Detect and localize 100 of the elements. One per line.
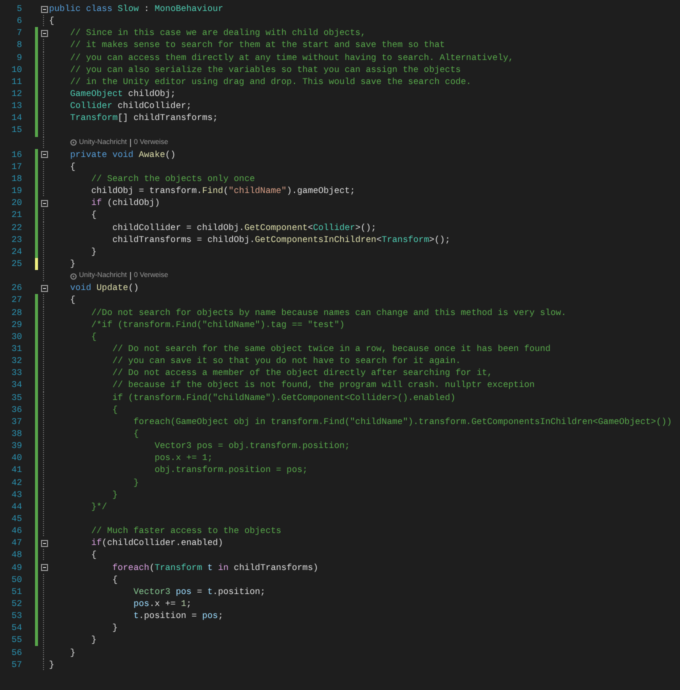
code-line: t.position = pos; — [132, 610, 224, 622]
line-number: 43 — [10, 488, 22, 501]
code-line: // Much faster access to the objects — [90, 525, 282, 538]
code-line: foreach(Transform t in childTransforms) — [111, 562, 318, 574]
line-number: 48 — [10, 549, 22, 562]
line-number: 9 — [16, 52, 22, 64]
line-number: 41 — [10, 464, 22, 476]
code-line: pos.x += 1; — [154, 452, 213, 464]
code-line: Transform[] childTransforms; — [69, 112, 218, 124]
code-line: { — [49, 15, 54, 28]
code-line: //Do not search for objects by name because names can change and this method is very slow. — [90, 306, 566, 319]
line-number: 23 — [10, 234, 22, 246]
line-number: 19 — [10, 185, 22, 198]
line-number: 47 — [10, 537, 22, 550]
line-number: 27 — [10, 294, 22, 306]
code-line: childTransforms = childObj.GetComponentsInChildren<Transform>(); — [111, 234, 450, 246]
code-line: { — [69, 294, 76, 306]
code-line: } — [69, 646, 76, 659]
code-line: { — [90, 330, 97, 343]
code-line: }*/ — [90, 500, 108, 513]
gear-icon — [70, 272, 77, 280]
collapse-icon[interactable] — [40, 151, 48, 158]
line-number: 24 — [10, 246, 22, 258]
line-number: 8 — [16, 39, 22, 52]
code-line: private void Awake() — [69, 148, 176, 161]
code-line: if (childObj) — [90, 197, 160, 210]
line-number: 31 — [10, 343, 22, 355]
code-line: void Update() — [69, 282, 139, 294]
line-number: 13 — [10, 100, 22, 112]
line-number: 15 — [10, 124, 22, 136]
line-number: 20 — [10, 197, 22, 210]
code-line: { — [132, 428, 139, 440]
line-number: 38 — [10, 428, 22, 440]
code-line: // because if the object is not found, the program will crash. nullptr exception — [111, 379, 535, 392]
line-number: 5 — [16, 3, 22, 16]
code-line: Vector3 pos = obj.transform.position; — [154, 440, 350, 452]
line-number: 55 — [10, 634, 22, 646]
code-line: // you can also serialize the variables so that you can assign the objects — [69, 64, 461, 76]
code-line: // you can save it so that you do not have to search for it again. — [111, 355, 461, 368]
collapse-icon[interactable] — [40, 284, 48, 292]
code-line: childObj = transform.Find("childName").gameObject; — [90, 185, 356, 198]
code-line: } — [90, 246, 97, 258]
code-line: { — [90, 549, 97, 562]
line-number: 57 — [10, 658, 22, 671]
line-number: 39 — [10, 440, 22, 452]
code-line: // Since in this case we are dealing with child objects, — [69, 27, 366, 40]
collapse-icon[interactable] — [40, 540, 48, 547]
code-line: // Do not access a member of the object directly after searching for it, — [111, 367, 492, 380]
code-line: } — [111, 488, 118, 501]
collapse-icon[interactable] — [40, 30, 48, 37]
code-line: // in the Unity editor using drag and drop. This would save the search code. — [69, 76, 472, 88]
collapse-icon[interactable] — [40, 564, 48, 572]
line-number: 7 — [16, 27, 22, 40]
code-line: } — [49, 658, 54, 671]
code-line: } — [69, 258, 76, 270]
line-number: 35 — [10, 392, 22, 404]
line-number: 18 — [10, 173, 22, 186]
code-line: Vector3 pos = t.position; — [132, 586, 266, 598]
code-line: } — [132, 476, 139, 489]
line-number: 25 — [10, 258, 22, 270]
line-number: 52 — [10, 598, 22, 610]
line-number: 53 — [10, 610, 22, 622]
code-line: // you can access them directly at any time without having to search. Alternatively, — [69, 52, 514, 64]
line-number: 32 — [10, 355, 22, 368]
line-number: 10 — [10, 64, 22, 76]
line-number: 37 — [10, 416, 22, 428]
code-line: public class Slow : MonoBehaviour — [49, 3, 224, 16]
line-number: 29 — [10, 318, 22, 331]
line-number: 26 — [10, 282, 22, 294]
collapse-icon[interactable] — [40, 200, 48, 207]
code-line: { — [90, 209, 97, 222]
code-line: { — [69, 160, 76, 173]
line-number: 50 — [10, 574, 22, 586]
code-line: } — [111, 622, 118, 634]
line-number: 30 — [10, 330, 22, 343]
line-number: 49 — [10, 562, 22, 574]
line-number: 36 — [10, 404, 22, 416]
line-number: 44 — [10, 500, 22, 513]
code-line: GameObject childObj; — [69, 88, 176, 100]
line-number: 42 — [10, 476, 22, 489]
line-number: 16 — [10, 148, 22, 161]
code-line: { — [111, 574, 118, 586]
code-line: pos.x += 1; — [132, 598, 192, 610]
code-line: childCollider = childObj.GetComponent<Collider>(); — [111, 222, 376, 234]
code-line: /*if (transform.Find("childName").tag == "test") — [90, 318, 345, 331]
code-line: Collider childCollider; — [69, 100, 192, 112]
code-line: if(childCollider.enabled) — [90, 537, 224, 550]
code-line: obj.transform.position = pos; — [154, 464, 308, 476]
line-number: 33 — [10, 367, 22, 380]
line-number: 6 — [16, 15, 22, 28]
line-number: 28 — [10, 306, 22, 319]
collapse-icon[interactable] — [40, 6, 48, 13]
code-line: // it makes sense to search for them at the start and save them so that — [69, 39, 445, 52]
line-number: 46 — [10, 525, 22, 538]
code-line: if (transform.Find("childName").GetComponent<Collider>().enabled) — [111, 392, 456, 404]
code-line: foreach(GameObject obj in transform.Find("childName").transform.GetComponentsInChildren<GameObject>()) — [132, 416, 672, 428]
line-number: 45 — [10, 512, 22, 525]
line-number: 34 — [10, 379, 22, 392]
line-number: 22 — [10, 222, 22, 234]
code-line: // Do not search for the same object twice in a row, because once it has been found — [111, 343, 551, 355]
